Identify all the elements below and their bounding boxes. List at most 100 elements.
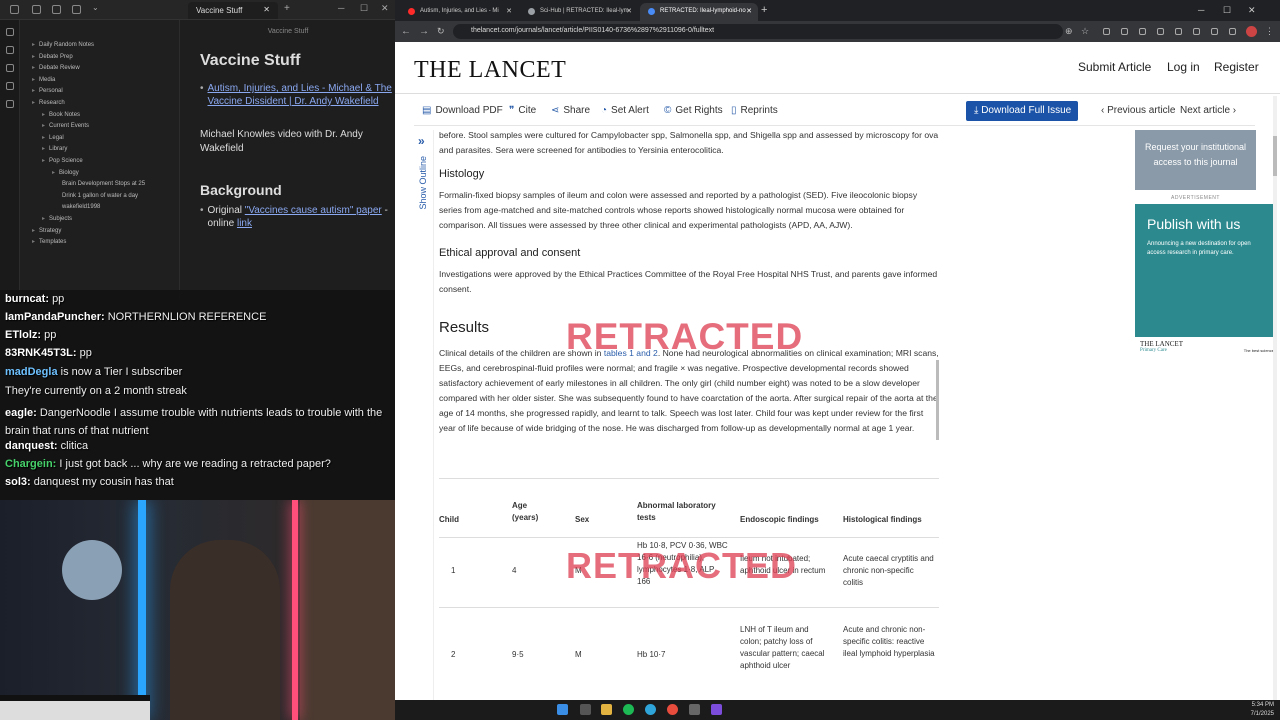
sidepanel-icon[interactable] (1229, 28, 1236, 35)
files-icon[interactable] (32, 5, 41, 14)
ribbon-calendar-icon[interactable] (6, 64, 14, 72)
tree-item[interactable]: wakefield1998 (20, 202, 179, 214)
forward-icon[interactable]: → (419, 26, 429, 37)
tree-item[interactable]: Media (20, 75, 179, 87)
tree-item[interactable]: Debate Prep (20, 52, 179, 64)
chat-username[interactable]: 83RNK45T3L: (5, 347, 77, 359)
tree-item[interactable]: Personal (20, 86, 179, 98)
tree-item[interactable]: Debate Review (20, 63, 179, 75)
tree-item[interactable]: Book Notes (20, 110, 179, 122)
download-pdf-button[interactable]: ▤ Download PDF (422, 105, 503, 116)
extensions-icon[interactable] (1211, 28, 1218, 35)
obsidian-icon[interactable] (711, 704, 722, 715)
ribbon-template-icon[interactable] (6, 82, 14, 90)
page-scrollbar[interactable] (1273, 96, 1277, 700)
search-taskbar-icon[interactable] (580, 704, 591, 715)
chevron-down-icon[interactable]: ⌄ (92, 3, 101, 12)
table-scrollbar[interactable] (936, 360, 939, 440)
extension-icon[interactable] (1139, 28, 1146, 35)
extension-icon[interactable] (1157, 28, 1164, 35)
close-icon[interactable]: ✕ (746, 7, 752, 15)
sidebar-toggle-icon[interactable] (10, 5, 19, 14)
browser-tab[interactable]: Autism, Injuries, and Lies - Mi ✕ (400, 3, 518, 21)
chat-username[interactable]: madDegla (5, 366, 58, 378)
scrollbar-thumb[interactable] (1273, 136, 1277, 176)
minimize-icon[interactable]: ─ (338, 3, 344, 13)
ribbon-command-icon[interactable] (6, 100, 14, 108)
chat-username[interactable]: sol3: (5, 476, 31, 488)
tree-item[interactable]: Brain Development Stops at 25 (20, 179, 179, 191)
menu-icon[interactable]: ⋮ (1265, 26, 1274, 37)
download-full-issue-button[interactable]: ⤓ Download Full Issue (966, 101, 1078, 121)
obsidian-tab[interactable]: Vaccine Stuff ✕ (188, 2, 278, 19)
close-icon[interactable]: ✕ (263, 5, 270, 14)
spotify-icon[interactable] (623, 704, 634, 715)
chat-username[interactable]: ETlolz: (5, 329, 41, 341)
close-icon[interactable]: ✕ (626, 7, 632, 15)
maximize-icon[interactable]: ☐ (1223, 5, 1231, 16)
share-button[interactable]: ⋖ Share (551, 105, 590, 116)
tree-item[interactable]: Templates (20, 237, 179, 249)
tree-item[interactable]: Research (20, 98, 179, 110)
outline-toggle[interactable]: » Show Outline (414, 130, 434, 700)
chat-username[interactable]: burncat: (5, 293, 49, 305)
tree-item[interactable]: Daily Random Notes (20, 40, 179, 52)
chat-username[interactable]: IamPandaPuncher: (5, 311, 105, 323)
tree-item[interactable]: Current Events (20, 121, 179, 133)
search-icon[interactable] (52, 5, 61, 14)
extension-icon[interactable] (1121, 28, 1128, 35)
extension-icon[interactable] (1175, 28, 1182, 35)
chat-username[interactable]: danquest: (5, 440, 58, 452)
reload-icon[interactable]: ↻ (437, 26, 445, 37)
edge-icon[interactable] (645, 704, 656, 715)
advertisement[interactable]: Publish with us Announcing a new destina… (1135, 204, 1276, 359)
settings-icon[interactable] (689, 704, 700, 715)
tree-item[interactable]: Subjects (20, 214, 179, 226)
folder-icon[interactable] (601, 704, 612, 715)
tree-item[interactable]: Legal (20, 133, 179, 145)
chrome-icon[interactable] (667, 704, 678, 715)
previous-article-link[interactable]: ‹ Previous article (1101, 105, 1175, 116)
back-icon[interactable]: ← (401, 26, 411, 37)
start-icon[interactable] (557, 704, 568, 715)
get-rights-button[interactable]: © Get Rights (664, 105, 723, 116)
download-icon[interactable] (1193, 28, 1200, 35)
tree-item[interactable]: Library (20, 144, 179, 156)
submit-article-link[interactable]: Submit Article (1078, 60, 1151, 74)
register-link[interactable]: Register (1214, 60, 1259, 74)
tree-item[interactable]: Biology (20, 168, 179, 180)
set-alert-button[interactable]: ◔ Set Alert (601, 105, 649, 116)
reprints-button[interactable]: ▯ Reprints (731, 105, 778, 116)
window-close-icon[interactable]: ✕ (381, 3, 389, 14)
tree-item[interactable]: Pop Science (20, 156, 179, 168)
url-input[interactable]: thelancet.com/journals/lancet/article/PI… (453, 24, 1063, 39)
lancet-logo[interactable]: THE LANCET (414, 57, 566, 84)
note-link-video[interactable]: Autism, Injuries, and Lies - Michael & T… (208, 82, 395, 108)
tree-item[interactable]: Strategy (20, 226, 179, 238)
login-link[interactable]: Log in (1167, 60, 1200, 74)
chat-username[interactable]: Chargein: (5, 458, 56, 470)
chat-username[interactable]: eagle: (5, 407, 37, 419)
extension-icon[interactable] (1103, 28, 1110, 35)
new-tab-icon[interactable]: + (761, 4, 767, 16)
ribbon-graph-icon[interactable] (6, 28, 14, 36)
request-access-banner[interactable]: Request your institutional access to thi… (1135, 130, 1256, 190)
browser-tab[interactable]: RETRACTED: Ileal-lymphoid-no ✕ (640, 3, 758, 21)
avatar[interactable] (1246, 26, 1257, 37)
tree-item[interactable]: Drink 1 gallon of water a day (20, 191, 179, 203)
minimize-icon[interactable]: ─ (1198, 5, 1204, 15)
window-close-icon[interactable]: ✕ (1248, 5, 1256, 16)
bookmark-icon[interactable] (72, 5, 81, 14)
maximize-icon[interactable]: ☐ (360, 3, 368, 14)
zoom-icon[interactable]: ⊕ (1065, 26, 1073, 37)
ribbon-canvas-icon[interactable] (6, 46, 14, 54)
note-link-online[interactable]: link (237, 218, 252, 229)
new-tab-icon[interactable]: + (284, 3, 290, 14)
system-clock[interactable]: 5:34 PM 7/1/2025 (1251, 701, 1274, 719)
cite-button[interactable]: ❞ Cite (509, 105, 536, 116)
close-icon[interactable]: ✕ (506, 7, 512, 15)
star-icon[interactable]: ☆ (1081, 26, 1089, 37)
next-article-link[interactable]: Next article › (1180, 105, 1236, 116)
browser-tab[interactable]: Sci-Hub | RETRACTED: Ileal-lym ✕ (520, 3, 638, 21)
note-link-paper[interactable]: "Vaccines cause autism" paper (245, 205, 382, 216)
